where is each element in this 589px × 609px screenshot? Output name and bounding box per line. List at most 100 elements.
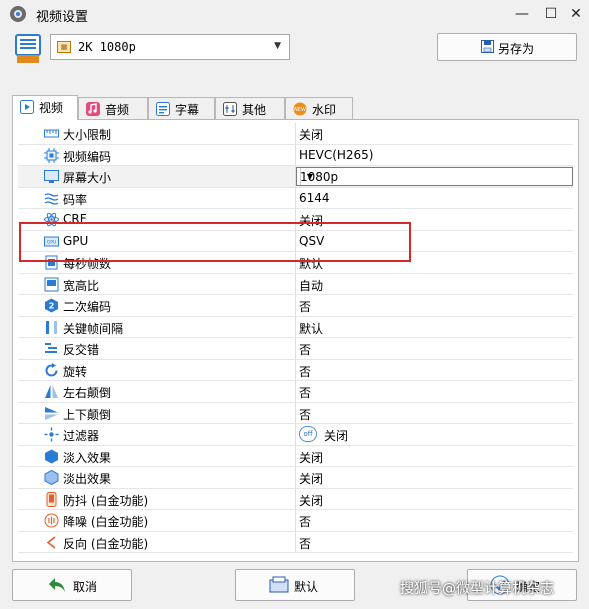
setting-value: 否 bbox=[299, 515, 312, 529]
setting-name: GPU bbox=[63, 233, 89, 248]
svg-text:NEW: NEW bbox=[294, 107, 306, 113]
setting-row-aspect-ratio[interactable]: 宽高比 自动 bbox=[18, 273, 573, 295]
ruler-icon bbox=[44, 129, 59, 138]
settings-panel: 大小限制 关闭 视频编码 HEVC(H265) 屏幕大小 1080p ▼ 码率 … bbox=[12, 119, 579, 562]
preset-list-icon bbox=[15, 34, 41, 63]
setting-row-crf[interactable]: CRF 关闭 bbox=[18, 209, 573, 231]
setting-row-gpu[interactable]: GPU GPU QSV bbox=[18, 230, 573, 252]
setting-value: 默认 bbox=[299, 257, 324, 271]
preset-select[interactable]: ▦ 2K 1080p ▼ bbox=[50, 34, 290, 60]
minimize-button[interactable]: — bbox=[511, 4, 533, 24]
setting-row-keyframe-interval[interactable]: 关键帧间隔 默认 bbox=[18, 316, 573, 338]
maximize-button[interactable]: ☐ bbox=[540, 4, 562, 24]
tab-label: 水印 bbox=[312, 103, 337, 117]
two-pass-icon: 2 bbox=[45, 298, 58, 313]
setting-row-video-codec[interactable]: 视频编码 HEVC(H265) bbox=[18, 144, 573, 166]
subtitle-icon bbox=[156, 102, 170, 116]
preset-value: 2K 1080p bbox=[78, 40, 136, 54]
tab-subtitle[interactable]: 字幕 bbox=[148, 97, 215, 119]
rotate-icon bbox=[45, 362, 58, 376]
setting-name: 旋转 bbox=[63, 364, 88, 379]
tab-label: 视频 bbox=[39, 101, 64, 115]
setting-value: QSV bbox=[299, 233, 325, 248]
setting-name: 屏幕大小 bbox=[63, 171, 112, 185]
toggle-off-icon[interactable]: off bbox=[299, 426, 317, 442]
setting-name: 关键帧间隔 bbox=[63, 321, 124, 336]
source-watermark: 搜狐号@微型计算机杂志 bbox=[400, 581, 554, 597]
aspect-ratio-icon bbox=[44, 277, 59, 291]
filter-icon bbox=[44, 427, 59, 442]
screen-size-dropdown[interactable]: 1080p ▼ bbox=[296, 167, 573, 186]
default-icon bbox=[269, 576, 289, 593]
tab-label: 其他 bbox=[242, 103, 267, 117]
monitor-icon bbox=[44, 170, 59, 183]
setting-name: CRF bbox=[63, 212, 87, 226]
setting-row-fade-out[interactable]: 淡出效果 关闭 bbox=[18, 467, 573, 489]
setting-value: 关闭 bbox=[299, 493, 324, 508]
fade-in-icon bbox=[45, 449, 58, 463]
keyframe-icon bbox=[46, 320, 57, 334]
setting-name: 二次编码 bbox=[63, 300, 112, 314]
settings-sliders-icon bbox=[223, 102, 237, 116]
setting-row-bitrate[interactable]: 码率 6144 bbox=[18, 187, 573, 209]
chip-icon bbox=[44, 147, 59, 163]
setting-row-flip-vertical[interactable]: 上下颠倒 否 bbox=[18, 402, 573, 424]
setting-value: 关闭 bbox=[324, 429, 349, 443]
tab-video[interactable]: 视频 bbox=[12, 95, 78, 120]
back-arrow-icon bbox=[49, 578, 65, 592]
setting-value: HEVC(H265) bbox=[299, 147, 374, 162]
close-button[interactable]: ✕ bbox=[565, 4, 587, 24]
setting-value: 否 bbox=[299, 343, 312, 357]
setting-row-deinterlace[interactable]: 反交错 否 bbox=[18, 338, 573, 360]
setting-value: 关闭 bbox=[299, 128, 324, 142]
cancel-label: 取消 bbox=[73, 580, 98, 594]
setting-row-denoise[interactable]: 降噪 (白金功能) 否 bbox=[18, 510, 573, 532]
setting-row-stabilize[interactable]: 防抖 (白金功能) 关闭 bbox=[18, 488, 573, 510]
setting-name: 防抖 (白金功能) bbox=[63, 493, 149, 508]
setting-value: 关闭 bbox=[299, 214, 324, 228]
setting-name: 上下颠倒 bbox=[63, 407, 112, 422]
save-as-button[interactable]: 另存为 bbox=[437, 33, 577, 61]
setting-name: 大小限制 bbox=[63, 128, 112, 142]
app-icon bbox=[10, 6, 26, 22]
tab-audio[interactable]: 音频 bbox=[78, 97, 148, 119]
film-icon: ▦ bbox=[57, 41, 71, 53]
setting-value: 否 bbox=[299, 536, 312, 551]
setting-row-fps[interactable]: 每秒帧数 默认 bbox=[18, 252, 573, 274]
setting-value: 自动 bbox=[299, 278, 324, 293]
waves-icon bbox=[44, 192, 59, 205]
watermark-new-icon: NEW bbox=[293, 102, 307, 116]
setting-row-size-limit[interactable]: 大小限制 关闭 bbox=[18, 123, 573, 145]
tab-other[interactable]: 其他 bbox=[215, 97, 285, 119]
setting-value: 6144 bbox=[299, 190, 330, 205]
default-button[interactable]: 默认 bbox=[235, 569, 355, 601]
setting-value: 关闭 bbox=[299, 450, 324, 465]
denoise-icon bbox=[44, 513, 59, 528]
tab-watermark[interactable]: NEW 水印 bbox=[285, 97, 353, 119]
setting-name: 过滤器 bbox=[63, 429, 100, 443]
setting-row-two-pass[interactable]: 2 二次编码 否 bbox=[18, 295, 573, 317]
setting-row-flip-horizontal[interactable]: 左右颠倒 否 bbox=[18, 381, 573, 403]
music-note-icon bbox=[86, 102, 100, 116]
fade-out-icon bbox=[44, 470, 59, 485]
setting-row-rotate[interactable]: 旋转 否 bbox=[18, 359, 573, 381]
setting-row-filter[interactable]: 过滤器 off 关闭 bbox=[18, 424, 573, 446]
setting-name: 左右颠倒 bbox=[63, 386, 112, 400]
gpu-icon: GPU bbox=[44, 236, 59, 246]
setting-name: 视频编码 bbox=[63, 149, 112, 164]
flip-horizontal-icon bbox=[45, 385, 58, 398]
setting-row-screen-size[interactable]: 屏幕大小 1080p ▼ bbox=[18, 166, 573, 188]
setting-value: 否 bbox=[299, 407, 312, 422]
setting-name: 反向 (白金功能) bbox=[63, 536, 149, 551]
setting-name: 反交错 bbox=[63, 343, 100, 357]
chevron-down-icon: ▼ bbox=[274, 41, 281, 51]
setting-value: 默认 bbox=[299, 321, 324, 336]
svg-text:2: 2 bbox=[49, 302, 55, 311]
title-bar: 视频设置 — ☐ ✕ bbox=[0, 0, 589, 28]
setting-row-reverse[interactable]: 反向 (白金功能) 否 bbox=[18, 531, 573, 553]
film-frame-icon bbox=[45, 255, 58, 270]
chevron-down-icon[interactable]: ▼ bbox=[300, 168, 319, 185]
window-title: 视频设置 bbox=[36, 10, 89, 25]
setting-row-fade-in[interactable]: 淡入效果 关闭 bbox=[18, 445, 573, 467]
cancel-button[interactable]: 取消 bbox=[12, 569, 132, 601]
